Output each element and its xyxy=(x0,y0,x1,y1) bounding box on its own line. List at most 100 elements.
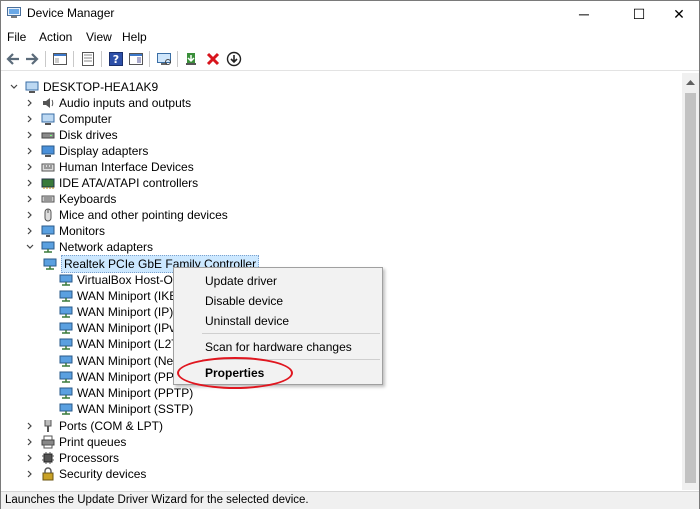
chevron-right-icon[interactable] xyxy=(25,469,35,479)
mouse-icon xyxy=(41,208,55,222)
hid-icon xyxy=(41,160,55,174)
category-label: Network adapters xyxy=(59,240,154,254)
disable-device-icon xyxy=(226,51,242,67)
network-device-item[interactable]: WAN Miniport (PPP xyxy=(59,369,182,385)
chevron-right-icon[interactable] xyxy=(25,421,35,431)
network-adapter-icon xyxy=(43,257,57,271)
category-label: Computer xyxy=(59,112,112,126)
properties-icon xyxy=(53,53,67,65)
menu-action[interactable]: Action xyxy=(39,30,72,44)
chevron-down-icon[interactable] xyxy=(9,82,19,92)
network-device-item[interactable]: WAN Miniport (PPTP) xyxy=(59,385,193,401)
chevron-right-icon[interactable] xyxy=(25,437,35,447)
tree-category[interactable]: Security devices xyxy=(25,466,146,482)
tree-category[interactable]: Human Interface Devices xyxy=(25,159,194,175)
menu-uninstall-device[interactable]: Uninstall device xyxy=(205,314,289,328)
network-adapter-icon xyxy=(59,354,73,368)
network-device-item[interactable]: WAN Miniport (L2TP xyxy=(59,336,187,352)
back-button[interactable] xyxy=(4,50,22,68)
tree-category[interactable]: Display adapters xyxy=(25,143,148,159)
category-label: Disk drives xyxy=(59,128,118,142)
properties-button[interactable] xyxy=(51,50,69,68)
tree-category[interactable]: IDE ATA/ATAPI controllers xyxy=(25,175,198,191)
network-adapter-icon xyxy=(59,321,73,335)
help-button[interactable]: ? xyxy=(107,50,125,68)
menu-help[interactable]: Help xyxy=(122,30,147,44)
network-adapter-icon xyxy=(59,337,73,351)
chevron-right-icon[interactable] xyxy=(25,98,35,108)
tree-category[interactable]: Processors xyxy=(25,450,119,466)
monitor-icon xyxy=(41,224,55,238)
tree-root-label: DESKTOP-HEA1AK9 xyxy=(43,80,159,94)
menu-update-driver[interactable]: Update driver xyxy=(205,274,277,288)
audio-icon xyxy=(41,96,55,110)
device-manager-window: Device Manager ─ ☐ ✕ File Action View He… xyxy=(0,0,700,509)
tree-category[interactable]: Ports (COM & LPT) xyxy=(25,418,163,434)
close-button[interactable]: ✕ xyxy=(656,1,700,27)
computer-icon xyxy=(25,80,39,94)
tree-category[interactable]: Audio inputs and outputs xyxy=(25,95,191,111)
tree-category[interactable]: Monitors xyxy=(25,223,105,239)
scroll-up-button[interactable] xyxy=(682,73,699,90)
disable-device-button[interactable] xyxy=(225,50,243,68)
category-label: Audio inputs and outputs xyxy=(59,96,192,110)
tree-category[interactable]: Computer xyxy=(25,111,112,127)
action-pane-button[interactable] xyxy=(127,50,145,68)
network-device-item[interactable]: WAN Miniport (Netw xyxy=(59,353,185,369)
category-label: Human Interface Devices xyxy=(59,160,194,174)
toolbar: ? xyxy=(1,47,699,71)
device-label: WAN Miniport (IP) xyxy=(77,305,174,319)
chevron-right-icon[interactable] xyxy=(25,210,35,220)
forward-button[interactable] xyxy=(23,50,41,68)
tree-category[interactable]: Keyboards xyxy=(25,191,116,207)
network-device-item[interactable]: VirtualBox Host-Onl xyxy=(59,272,182,288)
network-adapter-icon xyxy=(59,402,73,416)
printer-icon xyxy=(41,435,55,449)
chevron-right-icon[interactable] xyxy=(25,194,35,204)
toolbar-separator xyxy=(101,51,102,67)
chevron-right-icon[interactable] xyxy=(25,130,35,140)
tree-category[interactable]: Disk drives xyxy=(25,127,118,143)
keyboard-icon xyxy=(41,192,55,206)
chevron-right-icon[interactable] xyxy=(25,226,35,236)
minimize-button[interactable]: ─ xyxy=(561,1,607,27)
device-label: WAN Miniport (SSTP) xyxy=(77,402,194,416)
show-hide-tree-button[interactable] xyxy=(79,50,97,68)
menu-file[interactable]: File xyxy=(7,30,26,44)
network-device-item[interactable]: WAN Miniport (IP) xyxy=(59,304,173,320)
chevron-right-icon[interactable] xyxy=(25,146,35,156)
close-icon: ✕ xyxy=(673,5,685,22)
scrollbar-thumb[interactable] xyxy=(685,93,696,483)
update-driver-button[interactable] xyxy=(183,50,201,68)
category-label: Processors xyxy=(59,451,120,465)
processor-icon xyxy=(41,451,55,465)
display-adapter-icon xyxy=(41,144,55,158)
menu-disable-device[interactable]: Disable device xyxy=(205,294,283,308)
tree-category[interactable]: Print queues xyxy=(25,434,126,450)
network-device-item[interactable]: WAN Miniport (IPv6 xyxy=(59,320,182,336)
menu-view[interactable]: View xyxy=(86,30,112,44)
uninstall-button[interactable] xyxy=(204,50,222,68)
chevron-right-icon[interactable] xyxy=(25,453,35,463)
network-adapter-icon xyxy=(41,240,55,254)
chevron-down-icon[interactable] xyxy=(25,242,35,252)
toolbar-separator xyxy=(73,51,74,67)
device-label: WAN Miniport (L2TP xyxy=(77,337,187,351)
tree-category-expanded[interactable]: Network adapters xyxy=(25,239,153,255)
network-device-item[interactable]: WAN Miniport (IKEv xyxy=(59,288,183,304)
menu-scan-hardware[interactable]: Scan for hardware changes xyxy=(205,340,352,354)
console-tree-icon xyxy=(82,52,94,66)
scan-hardware-icon xyxy=(157,53,171,65)
network-adapter-icon xyxy=(59,289,73,303)
chevron-right-icon[interactable] xyxy=(25,114,35,124)
forward-arrow-icon xyxy=(26,53,39,65)
network-device-item[interactable]: WAN Miniport (SSTP) xyxy=(59,401,193,417)
tree-root[interactable]: DESKTOP-HEA1AK9 xyxy=(9,79,158,95)
menu-bar: File Action View Help xyxy=(1,27,699,47)
chevron-right-icon[interactable] xyxy=(25,162,35,172)
scan-hardware-button[interactable] xyxy=(155,50,173,68)
tree-category[interactable]: Mice and other pointing devices xyxy=(25,207,228,223)
vertical-scrollbar[interactable] xyxy=(682,73,699,490)
chevron-right-icon[interactable] xyxy=(25,178,35,188)
network-adapter-icon xyxy=(59,370,73,384)
